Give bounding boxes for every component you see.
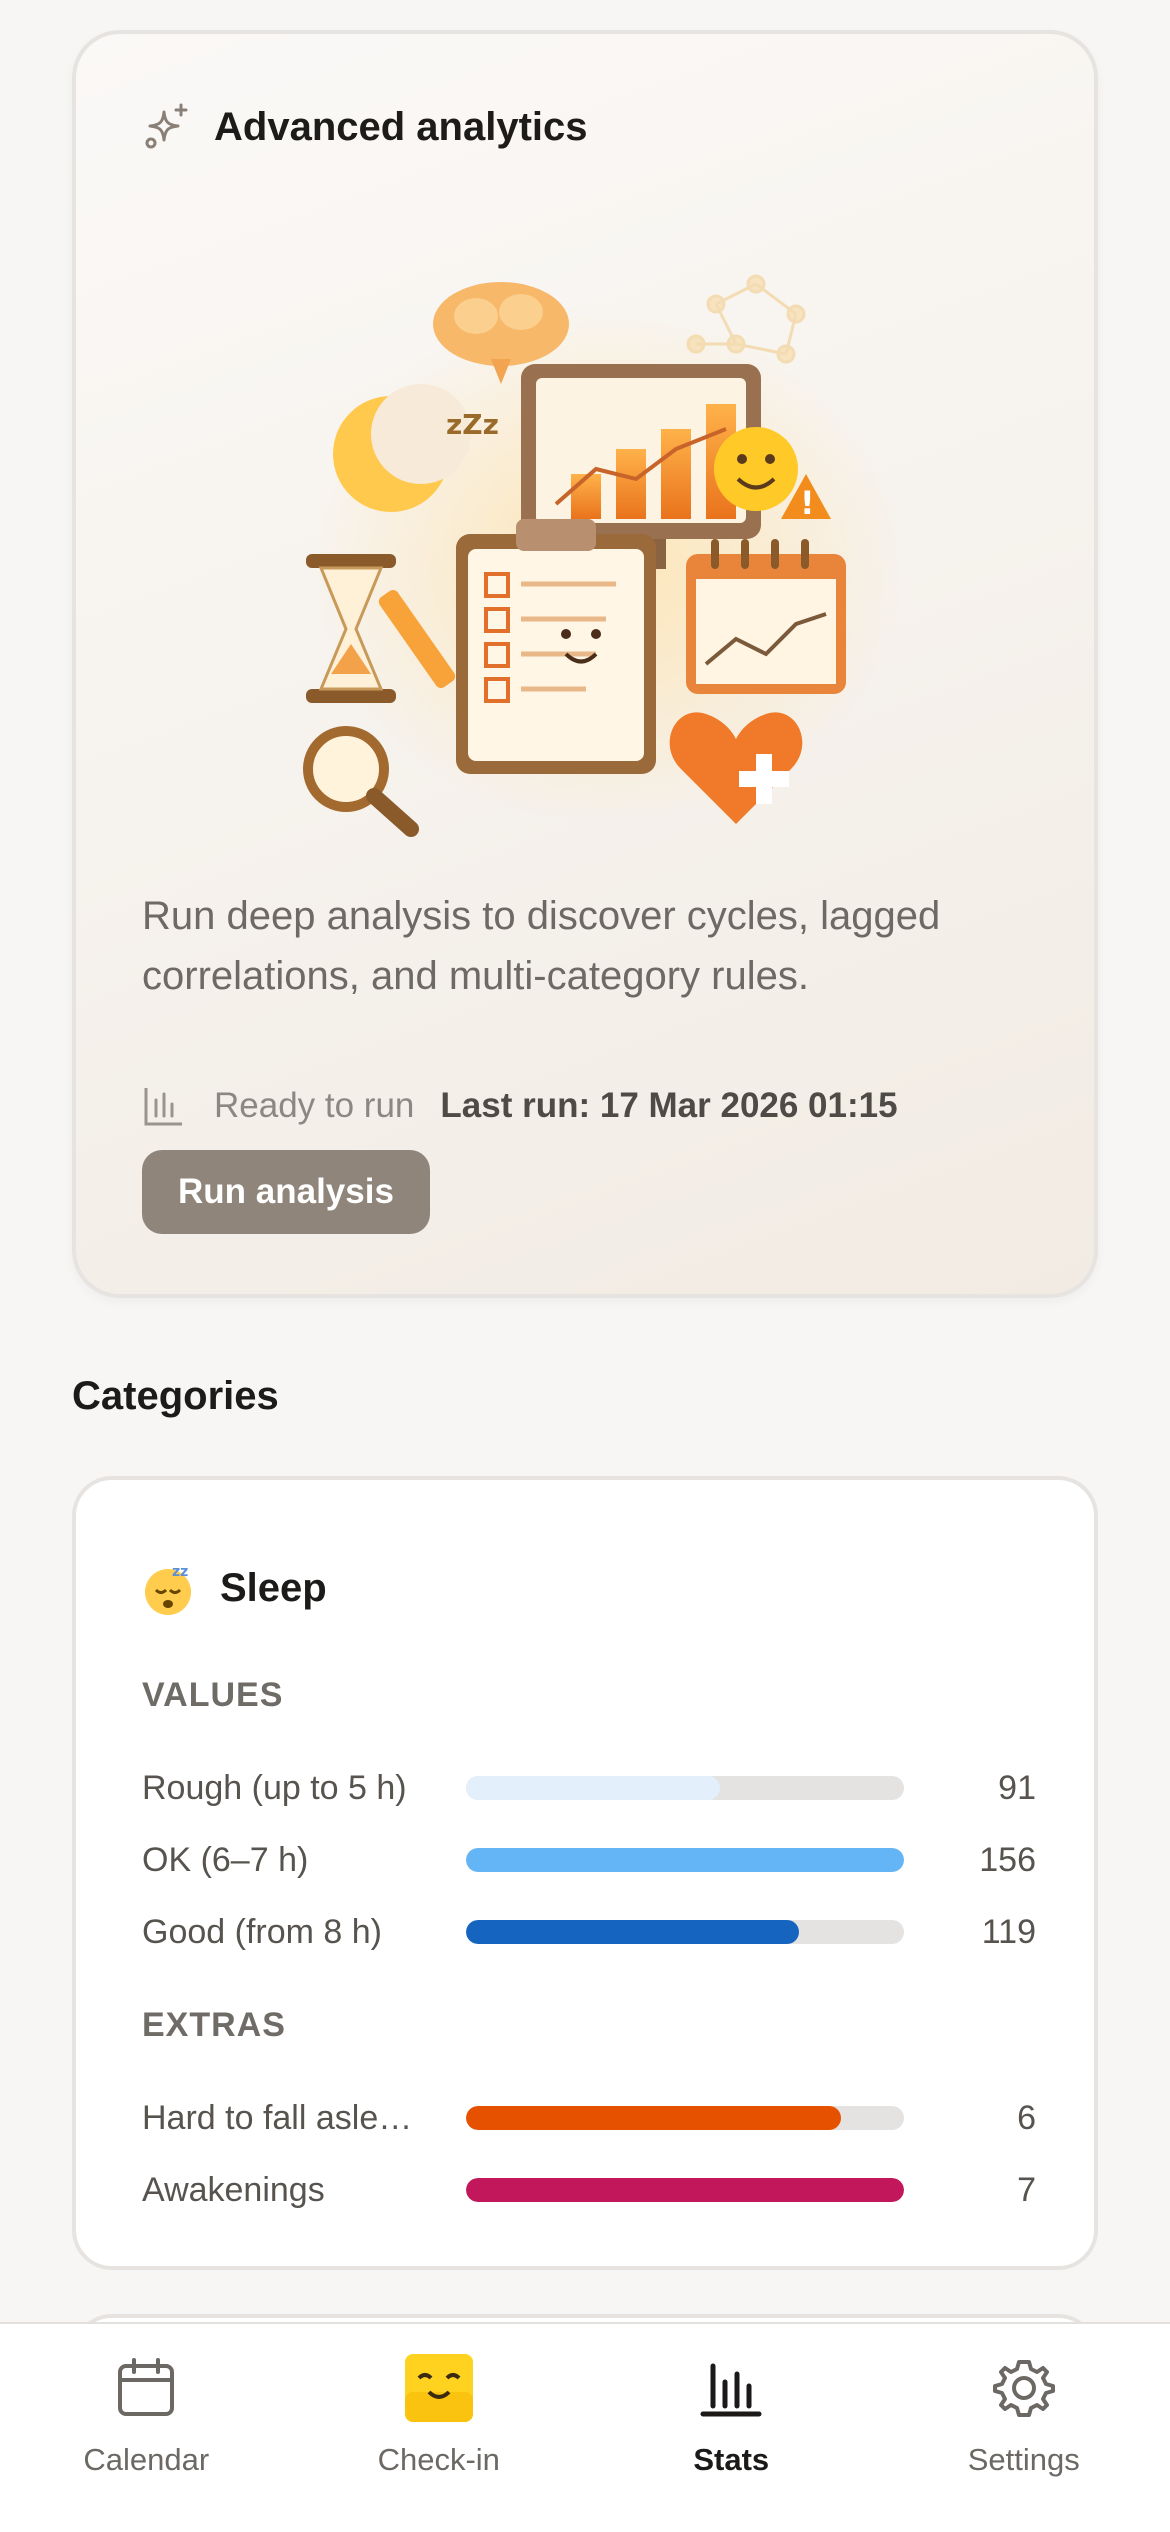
extra-label: Hard to fall asle… <box>142 2098 413 2137</box>
value-row-rough: Rough (up to 5 h) 91 <box>142 1760 1036 1816</box>
analytics-status: Ready to run <box>214 1086 415 1125</box>
value-label: Good (from 8 h) <box>142 1912 382 1951</box>
gear-icon <box>988 2352 1060 2424</box>
advanced-analytics-card: Advanced analytics zZz ! Run deep analys… <box>72 30 1098 1298</box>
extra-count: 6 <box>1017 2098 1036 2137</box>
value-count: 156 <box>979 1840 1036 1879</box>
smiley-face-icon <box>403 2352 475 2424</box>
svg-text:!: ! <box>800 484 815 522</box>
extra-label: Awakenings <box>142 2170 325 2209</box>
value-row-ok: OK (6–7 h) 156 <box>142 1832 1036 1888</box>
analytics-card-header: Advanced analytics <box>142 102 588 152</box>
value-count: 91 <box>998 1768 1036 1807</box>
sleep-category-card[interactable]: zz Sleep VALUES Rough (up to 5 h) 91 OK … <box>72 1476 1098 2270</box>
sleep-category-header: zz Sleep <box>142 1560 327 1616</box>
extra-row-hard-to-fall-asleep: Hard to fall asle… 6 <box>142 2090 1036 2146</box>
calendar-icon <box>110 2352 182 2424</box>
extra-bar-track <box>466 2106 904 2130</box>
nav-item-stats[interactable]: Stats <box>585 2324 878 2532</box>
run-analysis-button[interactable]: Run analysis <box>142 1150 430 1234</box>
sleeping-face-icon: zz <box>145 1564 191 1615</box>
extra-row-awakenings: Awakenings 7 <box>142 2162 1036 2218</box>
svg-text:zZz: zZz <box>446 408 499 441</box>
extra-count: 7 <box>1017 2170 1036 2209</box>
analytics-description: Run deep analysis to discover cycles, la… <box>142 894 941 998</box>
value-bar-fill <box>466 1848 904 1872</box>
sleep-category-title: Sleep <box>220 1565 327 1610</box>
analytics-status-row: Ready to run Last run: 17 Mar 2026 01:15 <box>142 1084 898 1128</box>
extra-bar-fill <box>466 2106 842 2130</box>
nav-label-stats: Stats <box>693 2442 770 2477</box>
nav-item-check-in[interactable]: Check-in <box>293 2324 586 2532</box>
nav-label-calendar: Calendar <box>83 2442 210 2477</box>
nav-item-settings[interactable]: Settings <box>878 2324 1170 2532</box>
value-bar-track <box>466 1920 904 1944</box>
value-bar-track <box>466 1776 904 1800</box>
analytics-last-run: Last run: 17 Mar 2026 01:15 <box>440 1086 898 1125</box>
categories-section-title: Categories <box>72 1374 279 1418</box>
extra-bar-track <box>466 2178 904 2202</box>
value-count: 119 <box>981 1912 1036 1951</box>
nav-label-check-in: Check-in <box>377 2442 500 2477</box>
values-group-label: VALUES <box>142 1676 284 1714</box>
value-label: Rough (up to 5 h) <box>142 1768 407 1807</box>
svg-text:zz: zz <box>172 1564 188 1580</box>
value-label: OK (6–7 h) <box>142 1840 309 1879</box>
analytics-title: Advanced analytics <box>214 104 588 149</box>
calendar-chart-icon <box>686 539 846 694</box>
stats-screen: Advanced analytics zZz ! Run deep analys… <box>0 0 1170 2532</box>
analytics-illustration: zZz ! <box>303 274 906 837</box>
value-row-good: Good (from 8 h) 119 <box>142 1904 1036 1960</box>
nav-label-settings: Settings <box>967 2442 1080 2477</box>
bar-chart-icon <box>695 2352 767 2424</box>
value-bar-track <box>466 1848 904 1872</box>
nav-item-calendar[interactable]: Calendar <box>0 2324 293 2532</box>
sparkles-icon <box>145 103 188 149</box>
extra-bar-fill <box>466 2178 904 2202</box>
bottom-nav: Calendar Check-in Stats Settings <box>0 2322 1170 2532</box>
bar-chart-icon <box>144 1088 182 1126</box>
extras-group-label: EXTRAS <box>142 2006 286 2044</box>
value-bar-fill <box>466 1920 799 1944</box>
value-bar-fill <box>466 1776 721 1800</box>
